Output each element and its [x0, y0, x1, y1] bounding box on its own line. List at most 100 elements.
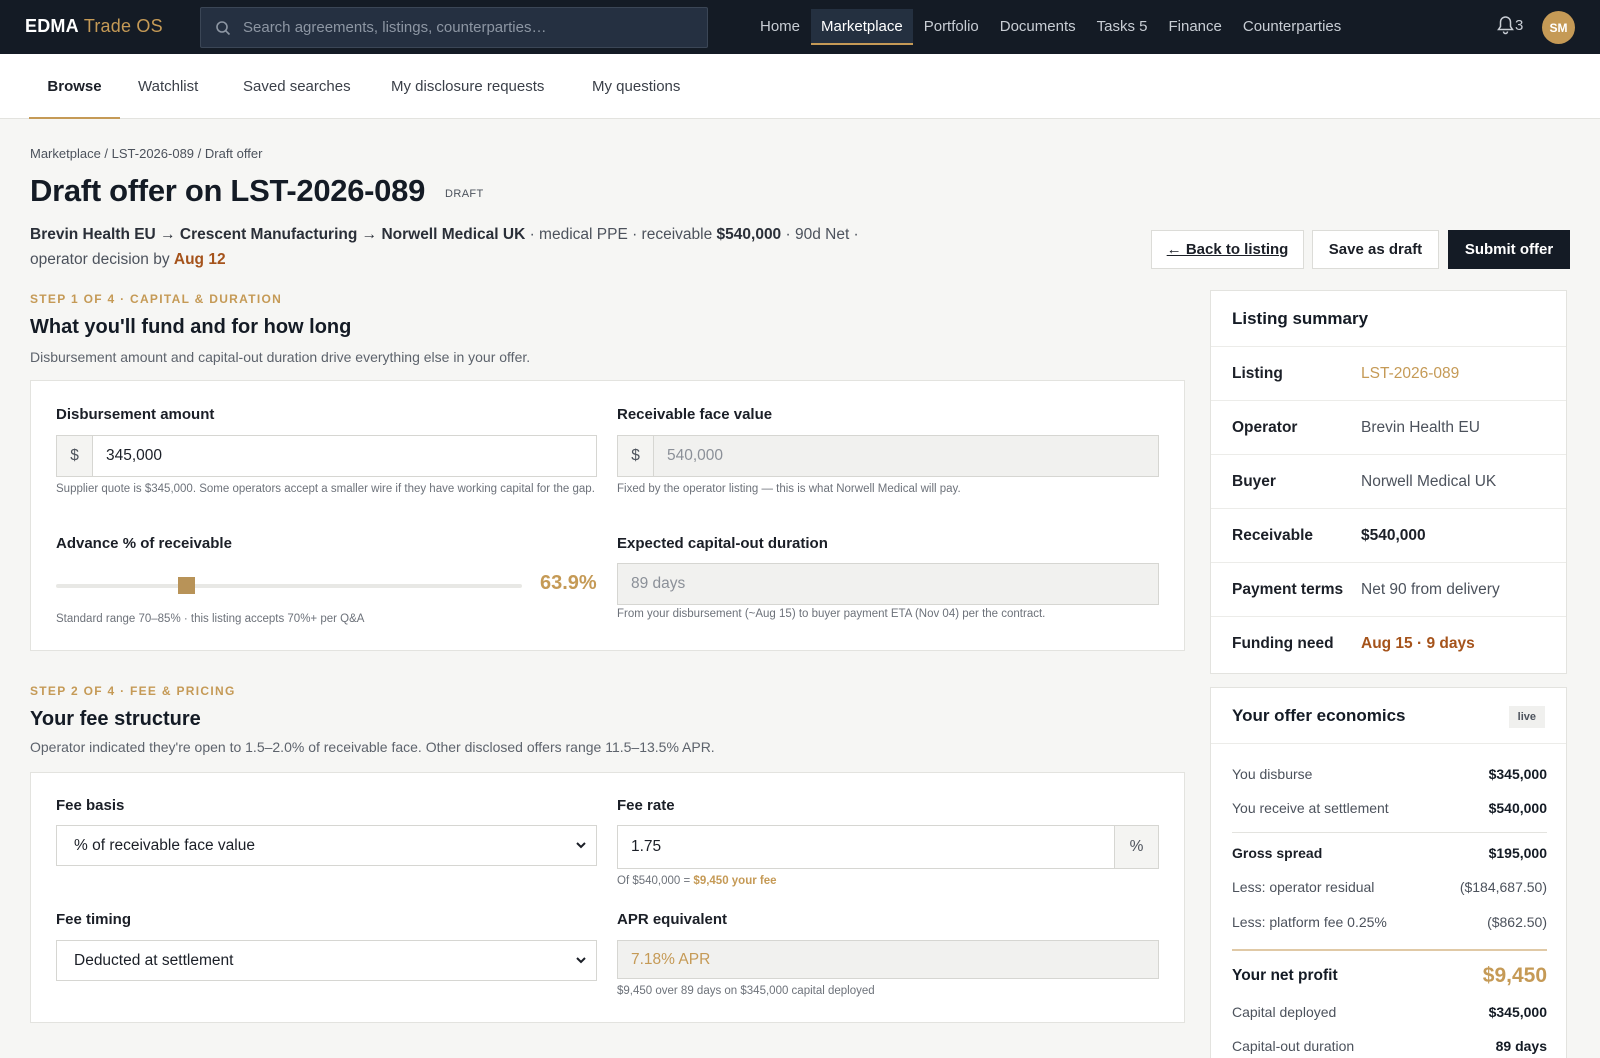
meta-sector: · medical PPE · receivable [525, 226, 717, 243]
summary-row-funding-need: Funding need Aug 15 · 9 days [1211, 617, 1566, 671]
face-value-input: $ 540,000 [617, 435, 1159, 477]
offer-economics-title: Your offer economics live [1211, 688, 1566, 744]
offer-meta: Brevin Health EU → Crescent Manufacturin… [30, 222, 870, 272]
econ-key: Less: platform fee 0.25% [1232, 914, 1387, 930]
face-value-value: 540,000 [667, 447, 724, 464]
main-nav: Home Marketplace Portfolio Documents Tas… [750, 0, 1352, 54]
meta-decision-prefix: operator decision by [30, 251, 174, 268]
tab-browse[interactable]: Browse [29, 54, 120, 119]
summary-row-listing: Listing LST-2026-089 [1211, 347, 1566, 401]
net-profit-value: $9,450 [1482, 964, 1547, 987]
fee-timing-value: Deducted at settlement [74, 951, 234, 969]
nav-documents[interactable]: Documents [990, 9, 1086, 45]
submit-offer-button[interactable]: Submit offer [1448, 230, 1570, 269]
status-badge: DRAFT [445, 188, 484, 200]
nav-portfolio[interactable]: Portfolio [914, 9, 989, 45]
face-value-help: Fixed by the operator listing — this is … [617, 483, 961, 495]
search-icon [216, 20, 231, 35]
step1-title: What you'll fund and for how long [30, 316, 352, 338]
econ-row-disburse: You disburse $345,000 [1232, 766, 1547, 782]
econ-value: $345,000 [1488, 766, 1547, 782]
econ-row-platform-fee: Less: platform fee 0.25% ($862.50) [1232, 914, 1547, 930]
step1-label: STEP 1 OF 4 · CAPITAL & DURATION [30, 292, 283, 306]
econ-row-duration: Capital-out duration 89 days [1232, 1038, 1547, 1054]
econ-key: You receive at settlement [1232, 800, 1389, 816]
nav-tasks[interactable]: Tasks 5 [1087, 9, 1158, 45]
breadcrumb[interactable]: Marketplace / LST-2026-089 / Draft offer [30, 146, 262, 161]
apr-help: $9,450 over 89 days on $345,000 capital … [617, 985, 875, 997]
step2-label: STEP 2 OF 4 · FEE & PRICING [30, 684, 236, 698]
listing-summary-title: Listing summary [1211, 291, 1566, 347]
user-avatar[interactable]: SM [1542, 11, 1575, 44]
econ-value: $540,000 [1488, 800, 1547, 816]
brand-name: EDMA [25, 16, 79, 36]
currency-prefix: $ [57, 436, 93, 476]
currency-prefix: $ [618, 436, 654, 476]
summary-row-payment-terms: Payment terms Net 90 from delivery [1211, 563, 1566, 617]
econ-row-spread: Gross spread $195,000 [1232, 845, 1547, 861]
fee-basis-select[interactable]: % of receivable face value [56, 825, 597, 866]
econ-key: You disburse [1232, 766, 1313, 782]
econ-value: ($862.50) [1487, 914, 1547, 930]
fee-rate-help: Of $540,000 = $9,450 your fee [617, 873, 777, 890]
tab-saved-searches[interactable]: Saved searches [243, 54, 351, 119]
chevron-down-icon [576, 957, 586, 964]
disbursement-label: Disbursement amount [56, 406, 215, 423]
meta-amount: $540,000 [716, 226, 782, 243]
duration-value: 89 days [631, 575, 686, 592]
apr-input: 7.18% APR [617, 940, 1159, 979]
advance-value: 63.9% [540, 572, 597, 594]
listing-id-link[interactable]: LST-2026-089 [1361, 365, 1459, 383]
econ-key: Capital-out duration [1232, 1038, 1355, 1054]
econ-key: Gross spread [1232, 845, 1323, 861]
meta-terms: · 90d Net · [781, 226, 859, 243]
divider [1232, 949, 1547, 951]
duration-help: From your disbursement (~Aug 15) to buye… [617, 608, 1046, 620]
nav-finance[interactable]: Finance [1158, 9, 1231, 45]
econ-value: 89 days [1495, 1038, 1547, 1054]
econ-value: ($184,687.50) [1459, 879, 1547, 895]
disbursement-value: 345,000 [106, 447, 163, 464]
apr-label: APR equivalent [617, 911, 728, 928]
advance-slider-handle[interactable] [177, 577, 195, 594]
disbursement-help: Supplier quote is $345,000. Some operato… [56, 483, 595, 495]
notifications-button[interactable]: 3 [1496, 15, 1523, 35]
fee-amount: $9,450 your fee [693, 875, 777, 887]
global-search-input[interactable]: Search agreements, listings, counterpart… [200, 7, 708, 48]
disbursement-input[interactable]: $ 345,000 [56, 435, 597, 477]
nav-home[interactable]: Home [750, 9, 810, 45]
tab-disclosure-requests[interactable]: My disclosure requests [391, 54, 544, 119]
summary-key: Buyer [1232, 472, 1276, 490]
fee-basis-value: % of receivable face value [74, 836, 255, 854]
summary-key: Receivable [1232, 526, 1313, 544]
fee-rate-label: Fee rate [617, 797, 675, 814]
advance-slider-track[interactable] [56, 584, 522, 588]
arrow: → [160, 226, 176, 243]
operator-name: Brevin Health EU [30, 226, 156, 243]
brand-accent: Trade OS [83, 16, 163, 36]
nav-counterparties[interactable]: Counterparties [1233, 9, 1351, 45]
brand-logo[interactable]: EDMA Trade OS [25, 16, 163, 37]
notifications-count: 3 [1515, 16, 1524, 34]
econ-row-residual: Less: operator residual ($184,687.50) [1232, 879, 1547, 895]
fee-rate-help-prefix: Of $540,000 = [617, 875, 694, 887]
supplier-name: Crescent Manufacturing [179, 226, 358, 243]
fee-timing-select[interactable]: Deducted at settlement [56, 940, 597, 981]
econ-value: $345,000 [1488, 1004, 1547, 1020]
save-draft-button[interactable]: Save as draft [1312, 230, 1439, 269]
summary-row-receivable: Receivable $540,000 [1211, 509, 1566, 563]
fee-rate-input[interactable]: 1.75 % [617, 825, 1159, 869]
marketplace-subnav: Browse Watchlist Saved searches My discl… [0, 54, 1600, 119]
arrow: → [361, 226, 378, 243]
nav-marketplace[interactable]: Marketplace [811, 9, 913, 45]
buyer-name: Norwell Medical UK [381, 226, 526, 243]
summary-row-buyer: Buyer Norwell Medical UK [1211, 455, 1566, 509]
back-to-listing-button[interactable]: ← Back to listing [1151, 230, 1304, 269]
tab-watchlist[interactable]: Watchlist [138, 54, 198, 119]
econ-value: $195,000 [1488, 845, 1547, 861]
summary-value: Brevin Health EU [1361, 418, 1480, 436]
tab-my-questions[interactable]: My questions [592, 54, 680, 119]
chevron-down-icon [576, 842, 586, 849]
fee-rate-value: 1.75 [631, 838, 662, 855]
fee-timing-label: Fee timing [56, 911, 132, 928]
